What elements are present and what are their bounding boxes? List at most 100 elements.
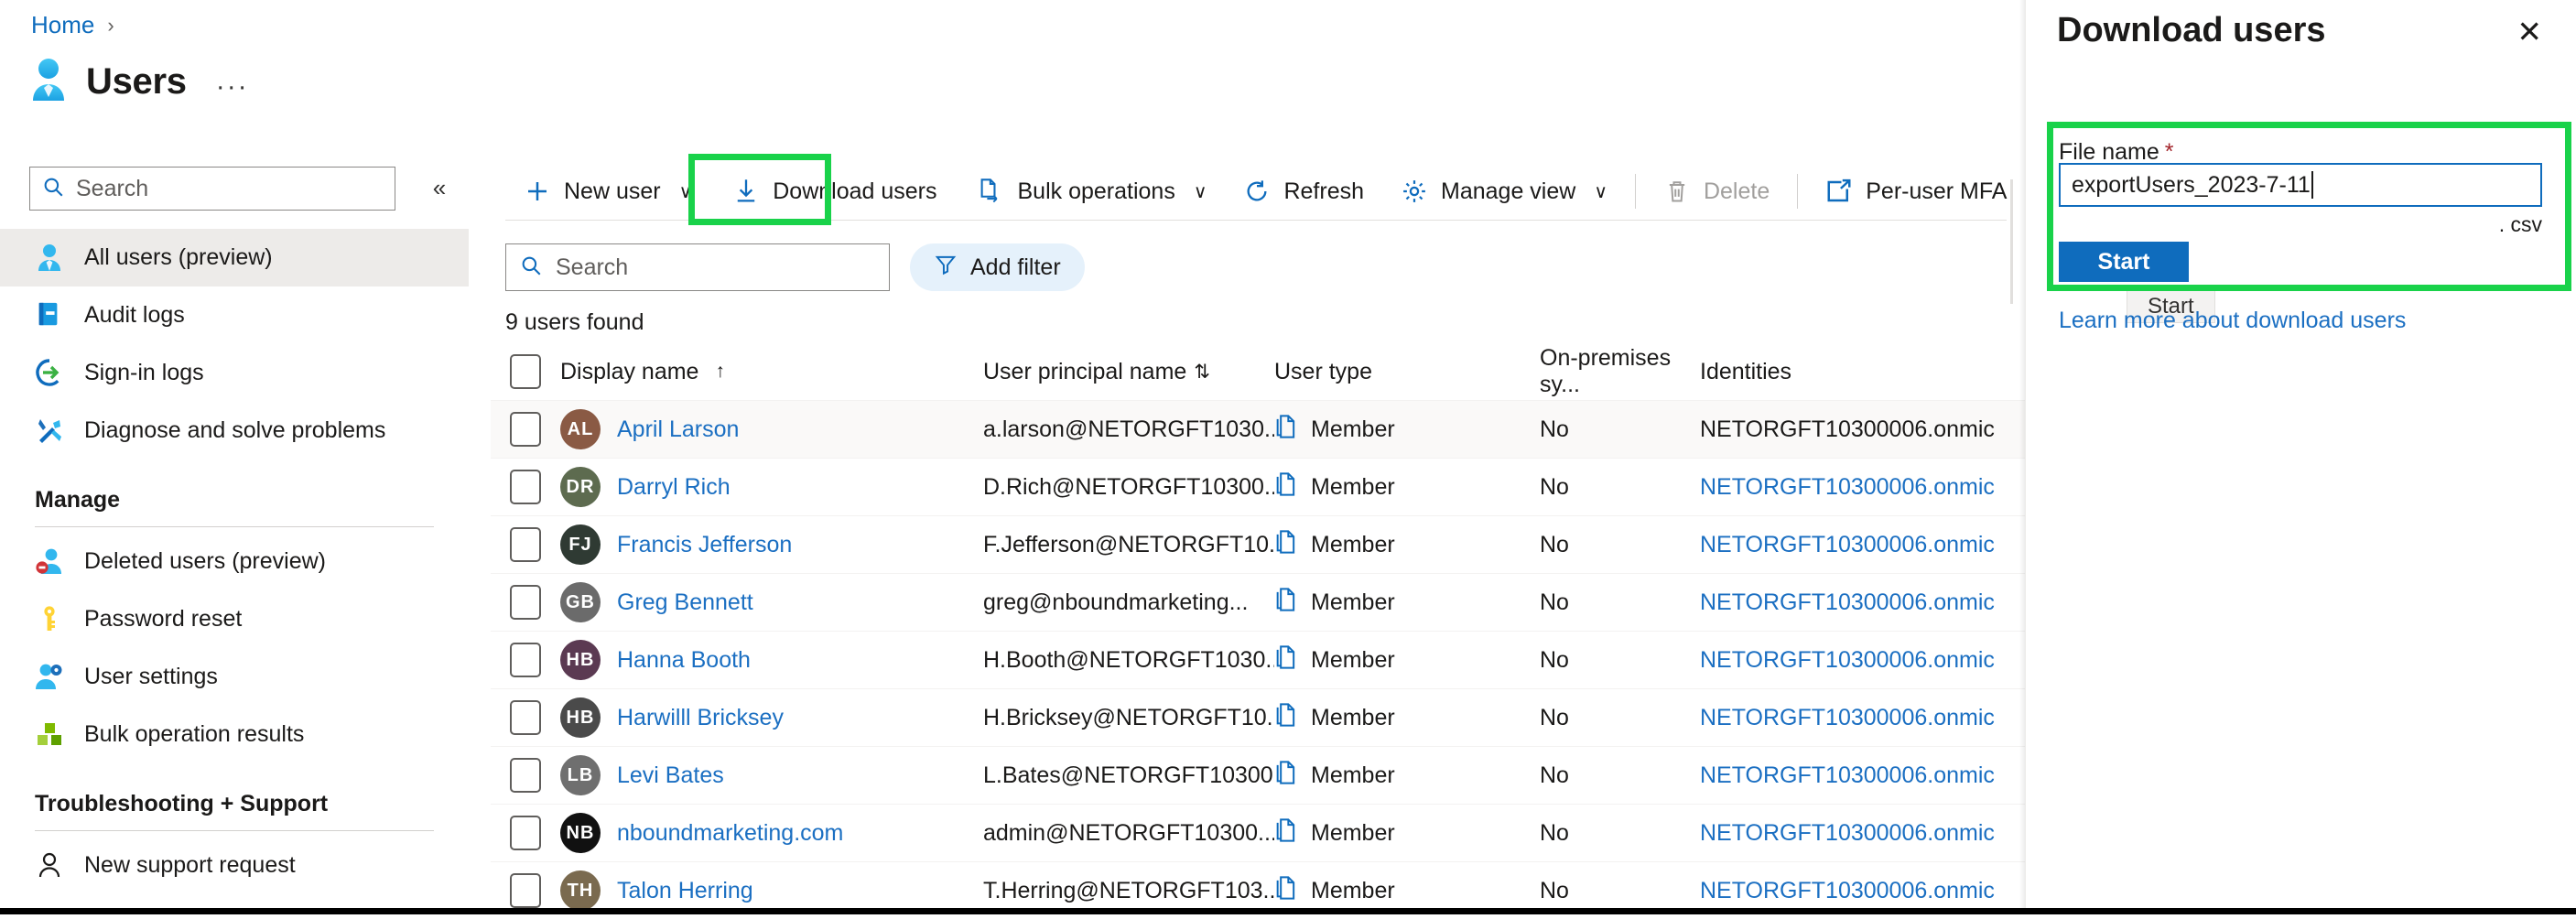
user-principal-name-cell: T.Herring@NETORGFT103... xyxy=(983,878,1274,904)
row-checkbox[interactable] xyxy=(510,700,541,735)
breadcrumb-home-link[interactable]: Home xyxy=(31,11,94,39)
row-checkbox[interactable] xyxy=(510,643,541,677)
sidebar-item-signin-logs[interactable]: Sign-in logs xyxy=(0,344,469,402)
row-checkbox[interactable] xyxy=(510,816,541,850)
user-type-cell: Member xyxy=(1274,644,1540,676)
signin-icon xyxy=(35,358,66,389)
manage-view-button[interactable]: Manage view ∨ xyxy=(1382,163,1626,220)
user-display-name-link[interactable]: Francis Jefferson xyxy=(617,532,792,558)
sidebar-item-user-settings[interactable]: User settings xyxy=(0,648,469,706)
bulk-operations-button[interactable]: Bulk operations ∨ xyxy=(959,163,1226,220)
toolbar-label: Bulk operations xyxy=(1018,178,1175,205)
table-row[interactable]: ALApril Larsona.larson@NETORGFT1030...Me… xyxy=(491,400,2029,458)
sidebar-search-input[interactable]: Search xyxy=(29,167,395,211)
bulk-file-icon xyxy=(978,178,1005,205)
identities-cell[interactable]: NETORGFT10300006.onmic xyxy=(1700,820,2029,847)
per-user-mfa-button[interactable]: Per-user MFA xyxy=(1807,163,2025,220)
user-display-name-link[interactable]: Harwilll Bricksey xyxy=(617,705,784,731)
delete-button[interactable]: Delete xyxy=(1645,163,1788,220)
user-display-name-link[interactable]: Talon Herring xyxy=(617,878,753,904)
user-display-name-link[interactable]: Hanna Booth xyxy=(617,647,751,674)
member-file-icon xyxy=(1274,702,1298,734)
column-header-user-type[interactable]: User type xyxy=(1274,359,1540,385)
file-name-label-text: File name xyxy=(2059,139,2159,165)
identities-cell[interactable]: NETORGFT10300006.onmic xyxy=(1700,762,2029,789)
collapse-sidebar-icon[interactable]: « xyxy=(421,174,458,207)
sidebar-item-deleted-users[interactable]: Deleted users (preview) xyxy=(0,533,469,590)
search-input[interactable]: Search xyxy=(505,243,890,291)
avatar-initials: TH xyxy=(560,870,601,911)
row-checkbox[interactable] xyxy=(510,873,541,908)
trash-icon xyxy=(1663,178,1691,205)
identities-cell[interactable]: NETORGFT10300006.onmic xyxy=(1700,589,2029,616)
table-row[interactable]: HBHanna BoothH.Booth@NETORGFT1030...Memb… xyxy=(491,631,2029,688)
table-row[interactable]: LBLevi BatesL.Bates@NETORGFT10300...Memb… xyxy=(491,746,2029,804)
user-display-name-link[interactable]: April Larson xyxy=(617,416,739,443)
on-premises-sync-cell: No xyxy=(1540,878,1700,904)
learn-more-link[interactable]: Learn more about download users xyxy=(2059,308,2406,334)
more-options-button[interactable]: ··· xyxy=(216,71,249,103)
sidebar-item-label: User settings xyxy=(84,664,218,690)
user-display-name-link[interactable]: Greg Bennett xyxy=(617,589,753,616)
sidebar-item-audit-logs[interactable]: Audit logs xyxy=(0,287,469,344)
row-checkbox[interactable] xyxy=(510,412,541,447)
row-checkbox[interactable] xyxy=(510,758,541,793)
toolbar-underline xyxy=(505,220,2007,221)
sidebar-item-diagnose-and-solve[interactable]: Diagnose and solve problems xyxy=(0,402,469,460)
start-button[interactable]: Start xyxy=(2059,242,2189,282)
refresh-button[interactable]: Refresh xyxy=(1225,163,1382,220)
user-display-name-link[interactable]: Levi Bates xyxy=(617,762,724,789)
identities-cell[interactable]: NETORGFT10300006.onmic xyxy=(1700,647,2029,674)
select-all-checkbox[interactable] xyxy=(510,354,541,389)
avatar-initials: GB xyxy=(560,582,601,622)
add-filter-button[interactable]: Add filter xyxy=(910,243,1085,291)
book-icon xyxy=(35,300,66,331)
identities-cell[interactable]: NETORGFT10300006.onmic xyxy=(1700,416,2029,443)
sidebar-item-new-support-request[interactable]: New support request xyxy=(0,837,469,894)
search-icon xyxy=(41,175,65,203)
table-row[interactable]: GBGreg Bennettgreg@nboundmarketing...Mem… xyxy=(491,573,2029,631)
column-header-identities[interactable]: Identities xyxy=(1700,359,2029,385)
close-icon[interactable]: ✕ xyxy=(2507,11,2551,52)
sidebar-item-password-reset[interactable]: Password reset xyxy=(0,590,469,648)
toolbar-label: Download users xyxy=(773,178,936,205)
row-checkbox[interactable] xyxy=(510,470,541,504)
row-checkbox[interactable] xyxy=(510,527,541,562)
identities-cell[interactable]: NETORGFT10300006.onmic xyxy=(1700,474,2029,501)
row-checkbox-cell xyxy=(491,873,560,908)
user-display-name-link[interactable]: Darryl Rich xyxy=(617,474,731,501)
avatar-initials: HB xyxy=(560,697,601,738)
file-name-input[interactable]: exportUsers_2023-7-11 xyxy=(2059,163,2542,207)
panel-side-rule xyxy=(2010,179,2013,304)
user-type-cell: Member xyxy=(1274,529,1540,561)
sidebar-item-bulk-operation-results[interactable]: Bulk operation results xyxy=(0,706,469,763)
table-row[interactable]: NBnboundmarketing.comadmin@NETORGFT10300… xyxy=(491,804,2029,861)
file-name-label: File name* xyxy=(2059,139,2174,166)
row-checkbox[interactable] xyxy=(510,585,541,620)
identities-cell[interactable]: NETORGFT10300006.onmic xyxy=(1700,532,2029,558)
column-header-user-principal-name[interactable]: User principal name ⇅ xyxy=(983,359,1274,385)
refresh-icon xyxy=(1243,178,1271,205)
table-row[interactable]: HBHarwilll BrickseyH.Bricksey@NETORGFT10… xyxy=(491,688,2029,746)
identities-cell[interactable]: NETORGFT10300006.onmic xyxy=(1700,878,2029,904)
toolbar-divider xyxy=(1635,174,1636,209)
column-label: Identities xyxy=(1700,359,1791,385)
column-header-display-name[interactable]: Display name ↑ xyxy=(560,359,983,385)
required-marker: * xyxy=(2165,139,2174,165)
avatar: GB xyxy=(560,582,601,622)
identities-cell[interactable]: NETORGFT10300006.onmic xyxy=(1700,705,2029,731)
new-user-button[interactable]: New user ∨ xyxy=(505,163,710,220)
sidebar-item-label: All users (preview) xyxy=(84,244,273,271)
table-row[interactable]: DRDarryl RichD.Rich@NETORGFT10300...Memb… xyxy=(491,458,2029,515)
search-placeholder: Search xyxy=(556,254,628,281)
column-header-on-premises-sync[interactable]: On-premises sy... xyxy=(1540,345,1700,398)
filter-row: Search Add filter xyxy=(505,243,1085,291)
file-name-value: exportUsers_2023-7-11 xyxy=(2072,172,2311,199)
sidebar-item-all-users[interactable]: All users (preview) xyxy=(0,229,469,287)
row-checkbox-cell xyxy=(491,527,560,562)
user-display-name-link[interactable]: nboundmarketing.com xyxy=(617,820,843,847)
download-users-button[interactable]: Download users xyxy=(710,163,958,220)
user-type-cell: Member xyxy=(1274,875,1540,907)
table-row[interactable]: FJFrancis JeffersonF.Jefferson@NETORGFT1… xyxy=(491,515,2029,573)
page-title: Users xyxy=(86,61,187,103)
